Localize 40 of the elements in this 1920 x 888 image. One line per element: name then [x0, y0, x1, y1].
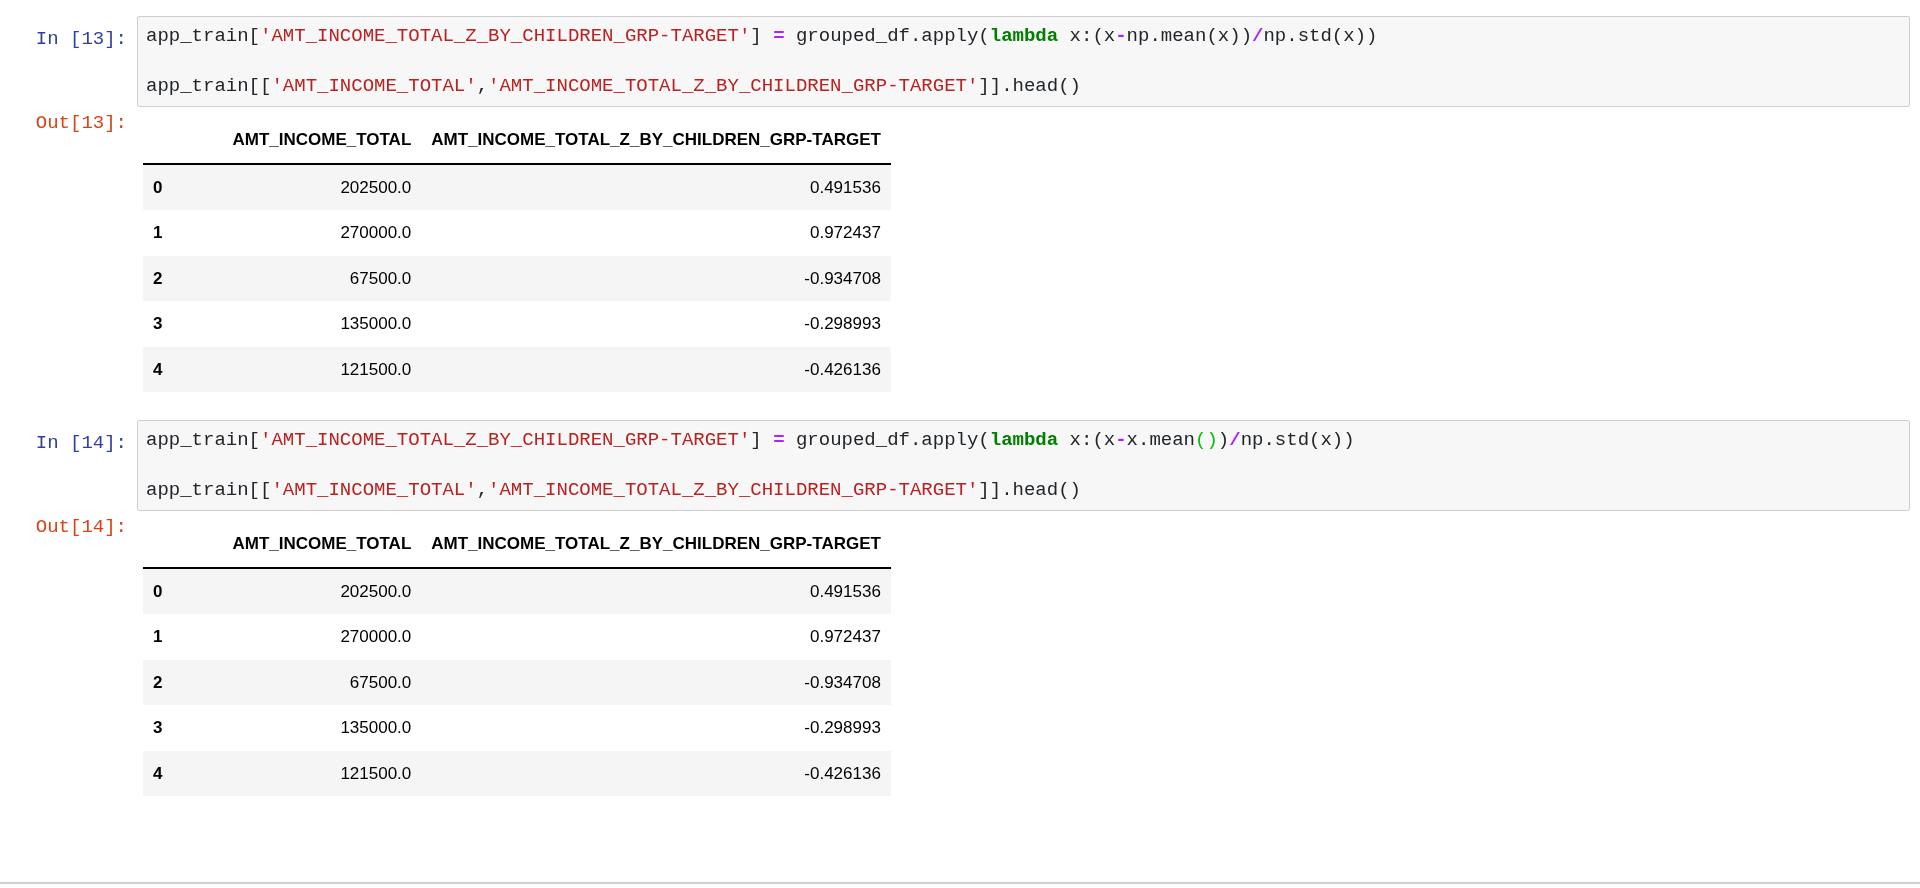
row-index: 0 [143, 567, 223, 614]
table-cell: 202500.0 [222, 163, 422, 210]
row-index: 1 [143, 210, 223, 256]
column-header: AMT_INCOME_TOTAL [222, 521, 422, 568]
row-index: 2 [143, 255, 223, 301]
table-cell: -0.298993 [421, 705, 891, 751]
table-cell: -0.426136 [421, 750, 891, 796]
table-cell: 121500.0 [222, 346, 422, 392]
table-cell: -0.426136 [421, 346, 891, 392]
row-index: 4 [143, 346, 223, 392]
table-cell: 135000.0 [222, 301, 422, 347]
code-input-cell[interactable]: app_train['AMT_INCOME_TOTAL_Z_BY_CHILDREN_GRP-TARGET'] = grouped_df.apply(lambda x:(x-x.mean())/np.std(x)) app_train[['AMT_INCOME_TOTAL','AMT_INCOME_TOTAL_Z_BY_CHILDREN_GRP-TARGET']].head() [137, 420, 1910, 511]
output-prompt: Out[13]: [35, 112, 127, 134]
row-index: 0 [143, 163, 223, 210]
table-cell: 0.491536 [421, 567, 891, 614]
row-index: 4 [143, 750, 223, 796]
row-index: 2 [143, 659, 223, 705]
input-prompt: In [13]: [35, 28, 127, 50]
table-cell: 135000.0 [222, 705, 422, 751]
table-cell: 0.972437 [421, 210, 891, 256]
table-cell: 0.491536 [421, 163, 891, 210]
column-header: AMT_INCOME_TOTAL_Z_BY_CHILDREN_GRP-TARGET [421, 117, 891, 164]
table-cell: 270000.0 [222, 210, 422, 256]
column-header: AMT_INCOME_TOTAL [222, 117, 422, 164]
row-index: 1 [143, 614, 223, 660]
row-index: 3 [143, 705, 223, 751]
input-prompt: In [14]: [35, 432, 127, 454]
column-header: AMT_INCOME_TOTAL_Z_BY_CHILDREN_GRP-TARGET [421, 521, 891, 568]
table-cell: -0.934708 [421, 659, 891, 705]
table-cell: -0.934708 [421, 255, 891, 301]
table-cell: 202500.0 [222, 567, 422, 614]
table-cell: -0.298993 [421, 301, 891, 347]
output-prompt: Out[14]: [35, 516, 127, 538]
table-cell: 67500.0 [222, 659, 422, 705]
code-input-cell[interactable]: app_train['AMT_INCOME_TOTAL_Z_BY_CHILDREN_GRP-TARGET'] = grouped_df.apply(lambda x:(x-np.mean(x))/np.std(x)) app_train[['AMT_INCOME_TOTAL','AMT_INCOME_TOTAL_Z_BY_CHILDREN_GRP-TARGET']].head() [137, 16, 1910, 107]
table-cell: 270000.0 [222, 614, 422, 660]
table-cell: 0.972437 [421, 614, 891, 660]
row-index: 3 [143, 301, 223, 347]
table-cell: 67500.0 [222, 255, 422, 301]
table-cell: 121500.0 [222, 750, 422, 796]
